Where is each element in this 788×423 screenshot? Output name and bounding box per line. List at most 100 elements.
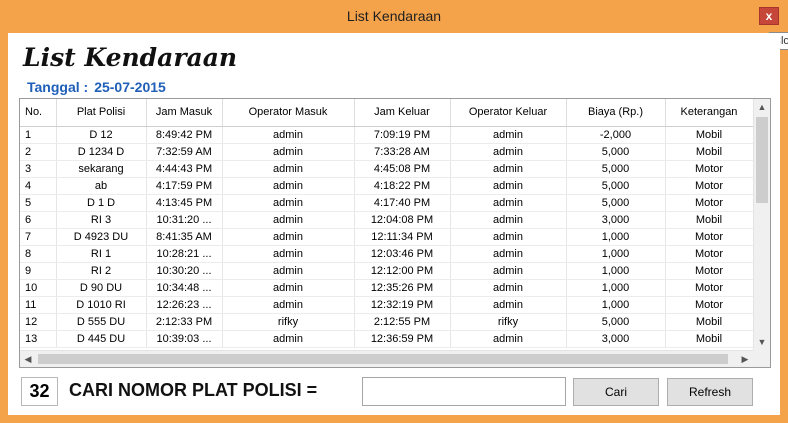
cell-col-operator-masuk: admin	[222, 330, 355, 348]
cell-col-operator-keluar: admin	[450, 126, 567, 144]
cell-col-plat-polisi: ab	[56, 177, 147, 195]
cell-col-biaya: 5,000	[566, 177, 666, 195]
cell-col-operator-keluar: admin	[450, 330, 567, 348]
header-col-keterangan[interactable]: Keterangan	[665, 99, 754, 127]
table-row[interactable]: 1D 12 8:49:42 PM admin 7:09:19 PM admin -2,00…	[20, 126, 754, 144]
cell-col-keterangan: Motor	[665, 279, 754, 297]
plate-search-input[interactable]	[362, 377, 566, 406]
cell-col-no: 4	[20, 177, 57, 195]
cell-col-no: 3	[20, 160, 57, 178]
horizontal-scroll-thumb[interactable]	[38, 354, 728, 364]
cell-col-operator-keluar: admin	[450, 296, 567, 314]
table-row[interactable]: 10 D 90 DU 10:34:48 ... admin 12:35:26 PM adm…	[20, 279, 754, 297]
cell-col-no: 2	[20, 143, 57, 161]
cell-col-jam-masuk: 8:41:35 AM	[146, 228, 223, 246]
cell-col-plat-polisi: D 12	[56, 126, 147, 144]
cell-col-no: 6	[20, 211, 57, 229]
app-window: List Kendaraan x Clo List Kendaraan Tang…	[0, 0, 788, 423]
table-row[interactable]: 9 RI 2 10:30:20 ... admin 12:12:00 PM admin 1,…	[20, 262, 754, 280]
cell-col-operator-keluar: rifky	[450, 313, 567, 331]
vertical-scroll-thumb[interactable]	[756, 117, 768, 203]
table-row[interactable]: 2D 1234 D 7:32:59 AM admin 7:33:28 AM admin 5…	[20, 143, 754, 161]
scroll-right-icon[interactable]: ▶	[737, 351, 753, 367]
cell-col-jam-masuk: 10:28:21 ...	[146, 245, 223, 263]
cell-col-biaya: 1,000	[566, 279, 666, 297]
header-col-biaya[interactable]: Biaya (Rp.)	[566, 99, 666, 127]
cell-col-no: 1	[20, 126, 57, 144]
cell-col-plat-polisi: D 4923 DU	[56, 228, 147, 246]
title-bar[interactable]: List Kendaraan x	[0, 0, 788, 33]
cell-col-operator-masuk: admin	[222, 143, 355, 161]
cell-col-jam-masuk: 8:49:42 PM	[146, 126, 223, 144]
cari-button[interactable]: Cari	[573, 378, 659, 406]
cell-col-no: 7	[20, 228, 57, 246]
cell-col-jam-keluar: 7:33:28 AM	[354, 143, 451, 161]
cell-col-jam-masuk: 12:26:23 ...	[146, 296, 223, 314]
table-row[interactable]: 8 RI 1 10:28:21 ... admin 12:03:46 PM admin 1,…	[20, 245, 754, 263]
cell-col-operator-keluar: admin	[450, 262, 567, 280]
cell-col-keterangan: Mobil	[665, 143, 754, 161]
cell-col-no: 8	[20, 245, 57, 263]
header-col-no[interactable]: No.	[20, 99, 57, 127]
cell-col-no: 10	[20, 279, 57, 297]
table-row[interactable]: 13 D 445 DU 10:39:03 ... admin 12:36:59 PM ad…	[20, 330, 754, 348]
cell-col-keterangan: Motor	[665, 245, 754, 263]
cell-col-keterangan: Mobil	[665, 211, 754, 229]
header-col-operator-masuk[interactable]: Operator Masuk	[222, 99, 355, 127]
header-col-operator-keluar[interactable]: Operator Keluar	[450, 99, 567, 127]
cell-col-operator-keluar: admin	[450, 211, 567, 229]
refresh-button[interactable]: Refresh	[667, 378, 753, 406]
vehicle-table[interactable]: No. Plat Polisi Jam Masuk Operator Masuk Jam…	[19, 98, 771, 368]
cell-col-operator-keluar: admin	[450, 228, 567, 246]
table-row[interactable]: 11 D 1010 RI 12:26:23 ... admin 12:32:19 PM a…	[20, 296, 754, 314]
date-line: Tanggal : 25-07-2015	[27, 79, 172, 95]
table-row[interactable]: 3 sekarang 4:44:43 PM admin 4:45:08 PM admin 5…	[20, 160, 754, 178]
cell-col-no: 5	[20, 194, 57, 212]
cell-col-plat-polisi: D 1 D	[56, 194, 147, 212]
close-button[interactable]: x	[759, 7, 779, 25]
cell-col-no: 9	[20, 262, 57, 280]
cell-col-operator-masuk: rifky	[222, 313, 355, 331]
cell-col-keterangan: Motor	[665, 177, 754, 195]
cell-col-plat-polisi: RI 1	[56, 245, 147, 263]
scroll-up-icon[interactable]: ▲	[754, 99, 770, 115]
cell-col-jam-masuk: 10:31:20 ...	[146, 211, 223, 229]
cell-col-jam-keluar: 12:03:46 PM	[354, 245, 451, 263]
cell-col-operator-masuk: admin	[222, 194, 355, 212]
cell-col-plat-polisi: D 555 DU	[56, 313, 147, 331]
cell-col-operator-masuk: admin	[222, 177, 355, 195]
header-col-jam-masuk[interactable]: Jam Masuk	[146, 99, 223, 127]
cell-col-keterangan: Mobil	[665, 330, 754, 348]
cell-col-operator-masuk: admin	[222, 211, 355, 229]
cell-col-plat-polisi: RI 3	[56, 211, 147, 229]
cell-col-jam-keluar: 12:12:00 PM	[354, 262, 451, 280]
cell-col-biaya: 1,000	[566, 262, 666, 280]
cell-col-operator-masuk: admin	[222, 245, 355, 263]
table-row[interactable]: 5D 1 D 4:13:45 PM admin 4:17:40 PM admin 5,00…	[20, 194, 754, 212]
cell-col-jam-keluar: 2:12:55 PM	[354, 313, 451, 331]
cell-col-operator-masuk: admin	[222, 279, 355, 297]
cell-col-biaya: 1,000	[566, 296, 666, 314]
cell-col-plat-polisi: D 1010 RI	[56, 296, 147, 314]
header-col-plat-polisi[interactable]: Plat Polisi	[56, 99, 147, 127]
scroll-left-icon[interactable]: ◀	[20, 351, 36, 367]
table-row[interactable]: 4 ab 4:17:59 PM admin 4:18:22 PM admin 5,000 Mo…	[20, 177, 754, 195]
cell-col-operator-keluar: admin	[450, 245, 567, 263]
cell-col-keterangan: Motor	[665, 194, 754, 212]
date-label: Tanggal :	[27, 79, 89, 95]
header-col-jam-keluar[interactable]: Jam Keluar	[354, 99, 451, 127]
cell-col-jam-masuk: 10:34:48 ...	[146, 279, 223, 297]
table-row[interactable]: 7D 4923 DU 8:41:35 AM admin 12:11:34 PM admi…	[20, 228, 754, 246]
vehicle-grid: No. Plat Polisi Jam Masuk Operator Masuk Jam…	[20, 99, 754, 348]
cell-col-jam-keluar: 4:18:22 PM	[354, 177, 451, 195]
cell-col-jam-keluar: 12:32:19 PM	[354, 296, 451, 314]
cell-col-keterangan: Motor	[665, 160, 754, 178]
scroll-down-icon[interactable]: ▼	[754, 334, 770, 350]
cell-col-operator-masuk: admin	[222, 228, 355, 246]
table-row[interactable]: 6 RI 3 10:31:20 ... admin 12:04:08 PM admin 3,…	[20, 211, 754, 229]
vertical-scrollbar[interactable]: ▲ ▼	[753, 99, 770, 350]
horizontal-scrollbar[interactable]: ◀ ▶	[20, 350, 753, 367]
cell-col-jam-keluar: 12:35:26 PM	[354, 279, 451, 297]
cell-col-operator-masuk: admin	[222, 126, 355, 144]
table-row[interactable]: 12 D 555 DU 2:12:33 PM rifky 2:12:55 PM rifky…	[20, 313, 754, 331]
